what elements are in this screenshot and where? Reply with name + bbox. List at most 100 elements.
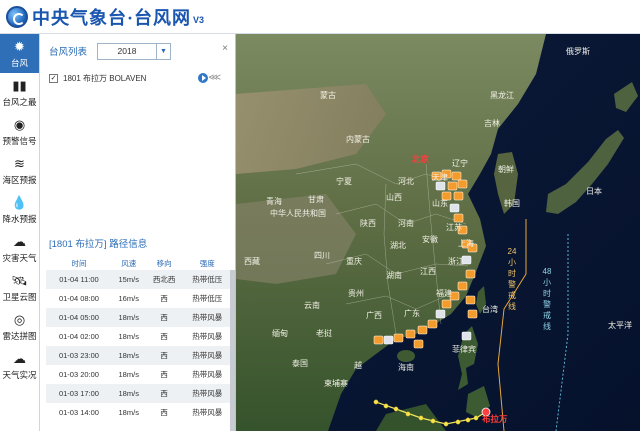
- label-laos: 老挝: [316, 328, 332, 338]
- track-row[interactable]: 01-04 05:00 18m/s 西热带风暴: [46, 308, 232, 327]
- nav-item-label: 卫星云图: [2, 291, 37, 302]
- label-thailand: 泰国: [292, 358, 308, 368]
- site-title[interactable]: 中央气象台·台风网: [32, 4, 191, 30]
- track-row[interactable]: 01-03 20:00 18m/s 西 热带风暴: [46, 365, 232, 384]
- bar-chart-icon: ▮▮: [12, 77, 27, 93]
- label-sichuan: 四川: [314, 251, 330, 260]
- typhoon-checkbox[interactable]: ✓: [49, 73, 58, 83]
- satellite-map[interactable]: 俄罗斯 蒙古 内蒙古 黑龙江 吉林 辽宁 北京 天津 河北 山西 山东 宁夏 甘…: [236, 34, 640, 431]
- warning-marker-icon[interactable]: [447, 181, 458, 191]
- year-select[interactable]: 2018 ▼: [97, 42, 172, 60]
- warning-marker-icon[interactable]: [453, 191, 464, 201]
- label-vietnam: 越: [354, 360, 362, 370]
- label-prc: 中华人民共和国: [270, 208, 326, 218]
- scroll-thumb[interactable]: [230, 270, 235, 431]
- track-cell-dir: 西: [160, 408, 168, 417]
- track-cell-speed: 18m/s: [111, 308, 146, 327]
- track-cell-time: 01-03 23:00: [46, 346, 112, 365]
- track-row[interactable]: 01-03 23:00 18m/s 西热带风暴: [46, 346, 232, 365]
- warning-marker-icon[interactable]: [451, 171, 462, 181]
- warning-marker-icon[interactable]: [383, 335, 394, 345]
- warning-marker-icon[interactable]: [449, 203, 460, 213]
- cma-logo-icon[interactable]: [6, 5, 28, 28]
- col-direction: 移向: [156, 258, 172, 268]
- label-jiangsu: 江苏: [446, 222, 462, 232]
- satellite-icon: 🛰: [11, 272, 28, 288]
- label-shanghai: 上海: [458, 238, 474, 248]
- track-cell-speed: 18m/s: [111, 346, 146, 365]
- warning-marker-icon[interactable]: [393, 333, 404, 343]
- track-cell-level: 热带风暴: [182, 384, 232, 403]
- nav-item-4[interactable]: 💧 降水预报: [0, 190, 39, 229]
- track-cell-time: 01-04 05:00: [46, 308, 112, 327]
- typhoon-name[interactable]: 1801 布拉万 BOLAVEN: [63, 73, 146, 84]
- label-south-korea: 韩国: [504, 198, 520, 208]
- warning-marker-icon[interactable]: [465, 269, 476, 279]
- track-cell-speed: 18m/s: [118, 408, 139, 417]
- track-cell-speed: 18m/s: [111, 384, 146, 403]
- track-row[interactable]: 01-03 14:00 18m/s 西 热带风暴: [46, 403, 232, 422]
- nav-item-8[interactable]: ☁ 天气实况: [0, 346, 39, 385]
- nav-item-7[interactable]: ◎ 雷达拼图: [0, 307, 39, 346]
- label-taiwan: 台湾: [482, 304, 498, 314]
- nav-item-3[interactable]: ≋ 海区预报: [0, 151, 39, 190]
- warning-char: 线: [543, 321, 551, 331]
- map-canvas[interactable]: 俄罗斯 蒙古 内蒙古 黑龙江 吉林 辽宁 北京 天津 河北 山西 山东 宁夏 甘…: [236, 34, 640, 431]
- warning-marker-icon[interactable]: [467, 309, 478, 319]
- label-hainan: 海南: [398, 362, 414, 372]
- warning-marker-icon[interactable]: [441, 299, 452, 309]
- share-icon[interactable]: ⋘: [208, 72, 221, 83]
- nav-item-1[interactable]: ▮▮ 台风之最: [0, 73, 39, 112]
- warning-marker-icon[interactable]: [465, 295, 476, 305]
- warning-marker-icon[interactable]: [373, 335, 384, 345]
- nav-item-label: 海区预报: [2, 174, 37, 185]
- nav-item-6[interactable]: 🛰 卫星云图: [0, 268, 39, 307]
- warning-marker-icon[interactable]: [435, 181, 446, 191]
- track-cell-dir: 西: [160, 370, 168, 379]
- warning-marker-icon[interactable]: [457, 281, 468, 291]
- play-icon[interactable]: [198, 73, 208, 83]
- label-shanxi: 山西: [386, 192, 402, 202]
- warning-marker-icon[interactable]: [405, 329, 416, 339]
- track-cell-time: 01-03 20:00: [58, 370, 99, 379]
- label-gansu: 甘肃: [308, 194, 324, 204]
- close-icon[interactable]: ×: [222, 43, 228, 54]
- warning-char: 小: [508, 258, 516, 267]
- label-qinghai: 青海: [266, 196, 282, 206]
- warning-char: 48: [543, 267, 552, 276]
- warning-marker-icon[interactable]: [427, 319, 438, 329]
- warning-marker-icon[interactable]: [457, 179, 468, 189]
- typhoon-list-item[interactable]: ✓ 1801 布拉万 BOLAVEN ⋘: [40, 68, 235, 88]
- label-pacific: 太平洋: [608, 320, 632, 330]
- nav-item-0[interactable]: ✹ 台风: [0, 34, 39, 73]
- track-cell-speed: 15m/s: [111, 270, 146, 289]
- warning-marker-icon[interactable]: [417, 325, 428, 335]
- nav-item-2[interactable]: ◉ 预警信号: [0, 112, 39, 151]
- track-cell-speed: 18m/s: [118, 370, 139, 379]
- track-cell-level: 热带风暴: [192, 370, 223, 379]
- chevron-down-icon[interactable]: ▼: [156, 43, 170, 59]
- label-myanmar: 缅甸: [272, 328, 288, 338]
- weather-live-icon: ☁: [13, 350, 26, 366]
- label-chongqing: 重庆: [346, 256, 362, 266]
- warning-marker-icon[interactable]: [453, 213, 464, 223]
- sea-forecast-icon: ≋: [14, 155, 25, 171]
- warning-marker-icon[interactable]: [413, 339, 424, 349]
- warning-char: 线: [508, 301, 516, 311]
- label-liaoning: 辽宁: [452, 158, 468, 168]
- warning-marker-icon[interactable]: [461, 331, 472, 341]
- track-scrollbar[interactable]: [230, 270, 235, 431]
- nav-item-label: 降水预报: [2, 213, 37, 224]
- track-cell-level: 热带风暴: [182, 308, 232, 327]
- track-table: 时间 风速 移向 强度 01-04 11:00 15m/s 西北西 热带低压 01-04…: [46, 256, 232, 422]
- track-row[interactable]: 01-03 17:00 18m/s 西热带风暴: [46, 384, 232, 403]
- label-zhejiang: 浙江: [448, 256, 464, 266]
- track-row[interactable]: 01-04 02:00 18m/s 西 热带风暴: [46, 327, 232, 346]
- track-row[interactable]: 01-04 08:00 16m/s 西 热带低压: [46, 289, 232, 308]
- warning-marker-icon[interactable]: [435, 309, 446, 319]
- track-row[interactable]: 01-04 11:00 15m/s 西北西 热带低压: [46, 270, 232, 289]
- nav-item-5[interactable]: ☁ 灾害天气: [0, 229, 39, 268]
- track-cell-speed: 18m/s: [118, 332, 139, 341]
- typhoon-icon: ✹: [14, 38, 25, 54]
- label-japan: 日本: [586, 186, 602, 196]
